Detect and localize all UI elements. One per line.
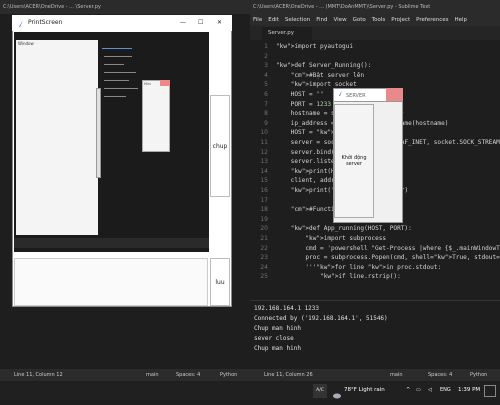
menu-item-edit[interactable]: Edit [268, 14, 279, 26]
start-server-button[interactable]: Khởi động server [334, 104, 374, 218]
line-number: 13 [260, 158, 268, 166]
server-title: SERVER [346, 93, 366, 99]
console-line: sever close [254, 335, 294, 342]
left-status-branch: main [146, 372, 159, 378]
line-number: 8 [264, 110, 268, 118]
console-line: Chup man hinh [254, 345, 301, 352]
line-number: 5 [264, 81, 268, 89]
language-indicator[interactable]: ENG [440, 387, 451, 393]
code-line[interactable]: "kw">import pyautogui [276, 43, 353, 50]
right-status-position: Line 11, Column 26 [264, 372, 313, 378]
weather-icon[interactable] [332, 386, 342, 399]
clock[interactable]: 1:39 PM [458, 387, 480, 393]
right-status-language: Python [470, 372, 488, 378]
line-number: 14 [260, 167, 268, 175]
tab-server-py[interactable]: Server.py [262, 27, 312, 40]
code-line[interactable]: '''"kw">for line "kw">in proc.stdout: [276, 264, 441, 271]
volume-icon[interactable]: ◁ [428, 387, 432, 393]
code-line[interactable]: "kw">def Server_Running(): [276, 62, 371, 69]
code-line[interactable]: proc = subprocess.Popen(cmd, shell="kw">… [276, 254, 500, 261]
feather-icon [18, 19, 24, 27]
preview-server-caption: Mini [144, 82, 152, 86]
luu-button[interactable]: luu [210, 258, 230, 306]
menu-item-file[interactable]: File [253, 14, 262, 26]
code-line[interactable]: cmd = 'powershell "Get-Process |where {$… [276, 245, 500, 252]
tray-chevron-icon[interactable]: ^ [406, 387, 410, 393]
line-number: 12 [260, 148, 268, 156]
code-line[interactable]: "kw">import subprocess [276, 235, 386, 242]
menu-item-selection[interactable]: Selection [285, 14, 310, 26]
preview-server-window [142, 80, 170, 152]
console-line: Connected by ('192.168.164.1', 51546) [254, 315, 388, 322]
line-number: 25 [260, 273, 268, 281]
printscreen-title: PrintScreen [28, 19, 63, 26]
line-number: 17 [260, 196, 268, 204]
line-number: 4 [264, 71, 268, 79]
line-number: 16 [260, 187, 268, 194]
menu-item-view[interactable]: View [334, 14, 347, 26]
minimize-button[interactable]: — [180, 15, 186, 31]
console-line: Chup man hinh [254, 325, 301, 332]
taskbar: A/C 78°F Light rain ^ ▭ ◁ ENG 1:39 PM [0, 382, 500, 400]
right-status-spaces: Spaces: 4 [428, 372, 453, 378]
line-number: 22 [260, 244, 268, 252]
line-number: 23 [260, 254, 268, 262]
left-status-position: Line 11, Column 12 [14, 372, 63, 378]
feather-icon [338, 89, 343, 103]
line-number: 2 [264, 52, 268, 60]
server-close-button[interactable] [386, 88, 403, 101]
line-number: 18 [260, 206, 268, 214]
menu-item-goto[interactable]: Goto [353, 14, 366, 26]
preview-scrollbar [96, 88, 101, 178]
menu-item-tools[interactable]: Tools [372, 14, 386, 26]
code-line[interactable]: "kw">if line.rstrip(): [276, 273, 401, 280]
console-output[interactable]: 192.168.164.1 1233 Connected by ('192.168… [250, 300, 500, 368]
preview-close-icon [160, 80, 170, 86]
network-icon[interactable]: ▭ [416, 387, 421, 393]
right-statusbar: Line 11, Column 26 main Spaces: 4 Python [250, 369, 500, 381]
left-window-title: C:\Users\ACER\OneDrive - ... \Server.py [0, 0, 250, 14]
preview-inner-caption: Window [18, 41, 34, 46]
code-line[interactable]: PORT = 1233 [276, 101, 331, 108]
line-number: 21 [260, 235, 268, 242]
notification-icon[interactable] [484, 385, 496, 397]
weather-text[interactable]: 78°F Light rain [344, 387, 385, 393]
preview-inner-window [16, 40, 98, 235]
line-number: 15 [260, 177, 268, 185]
preview-code [102, 48, 140, 198]
line-number: 10 [260, 129, 268, 137]
line-number: 11 [260, 139, 268, 146]
left-status-language: Python [220, 372, 238, 378]
code-line[interactable]: "cm">#Bật server lên [276, 72, 364, 79]
menu-item-help[interactable]: Help [454, 14, 467, 26]
menu-item-project[interactable]: Project [391, 14, 410, 26]
save-path-area[interactable] [14, 258, 208, 306]
line-number: 6 [264, 91, 268, 98]
menu-item-find[interactable]: Find [316, 14, 327, 26]
right-status-branch: main [390, 372, 403, 378]
maximize-button[interactable]: ☐ [198, 15, 203, 31]
line-number: 1 [264, 43, 268, 50]
left-status-spaces: Spaces: 4 [176, 372, 201, 378]
line-number: 24 [260, 263, 268, 271]
line-number: 19 [260, 215, 268, 223]
menu-item-preferences[interactable]: Preferences [416, 14, 448, 26]
ac-label[interactable]: A/C [313, 384, 327, 398]
printscreen-titlebar: PrintScreen — ☐ ✕ [12, 15, 232, 31]
line-number: 20 [260, 225, 268, 233]
line-number: 9 [264, 119, 268, 127]
close-button[interactable]: ✕ [217, 15, 222, 31]
line-number: 3 [264, 62, 268, 70]
editor-title: C:\Users\ACER\OneDrive - ... (MMT\DoAnMM… [250, 0, 500, 14]
line-gutter: 1 2 3 4 5 6 7 8 9 10 11 12 13 14 15 16 17 18 19 20 21 22 23 24 2… [250, 40, 270, 300]
code-line[interactable]: "kw">def App_running(HOST, PORT): [276, 225, 412, 232]
line-number: 7 [264, 100, 268, 108]
chup-button[interactable]: chup [210, 95, 230, 197]
editor-menubar: File Edit Selection Find View Goto Tools Projec… [250, 14, 500, 26]
code-line[interactable]: HOST = "" [276, 91, 324, 98]
left-statusbar: Line 11, Column 12 main Spaces: 4 Python [0, 369, 250, 381]
preview-taskbar [14, 238, 209, 248]
console-line: 192.168.164.1 1233 [254, 305, 320, 312]
